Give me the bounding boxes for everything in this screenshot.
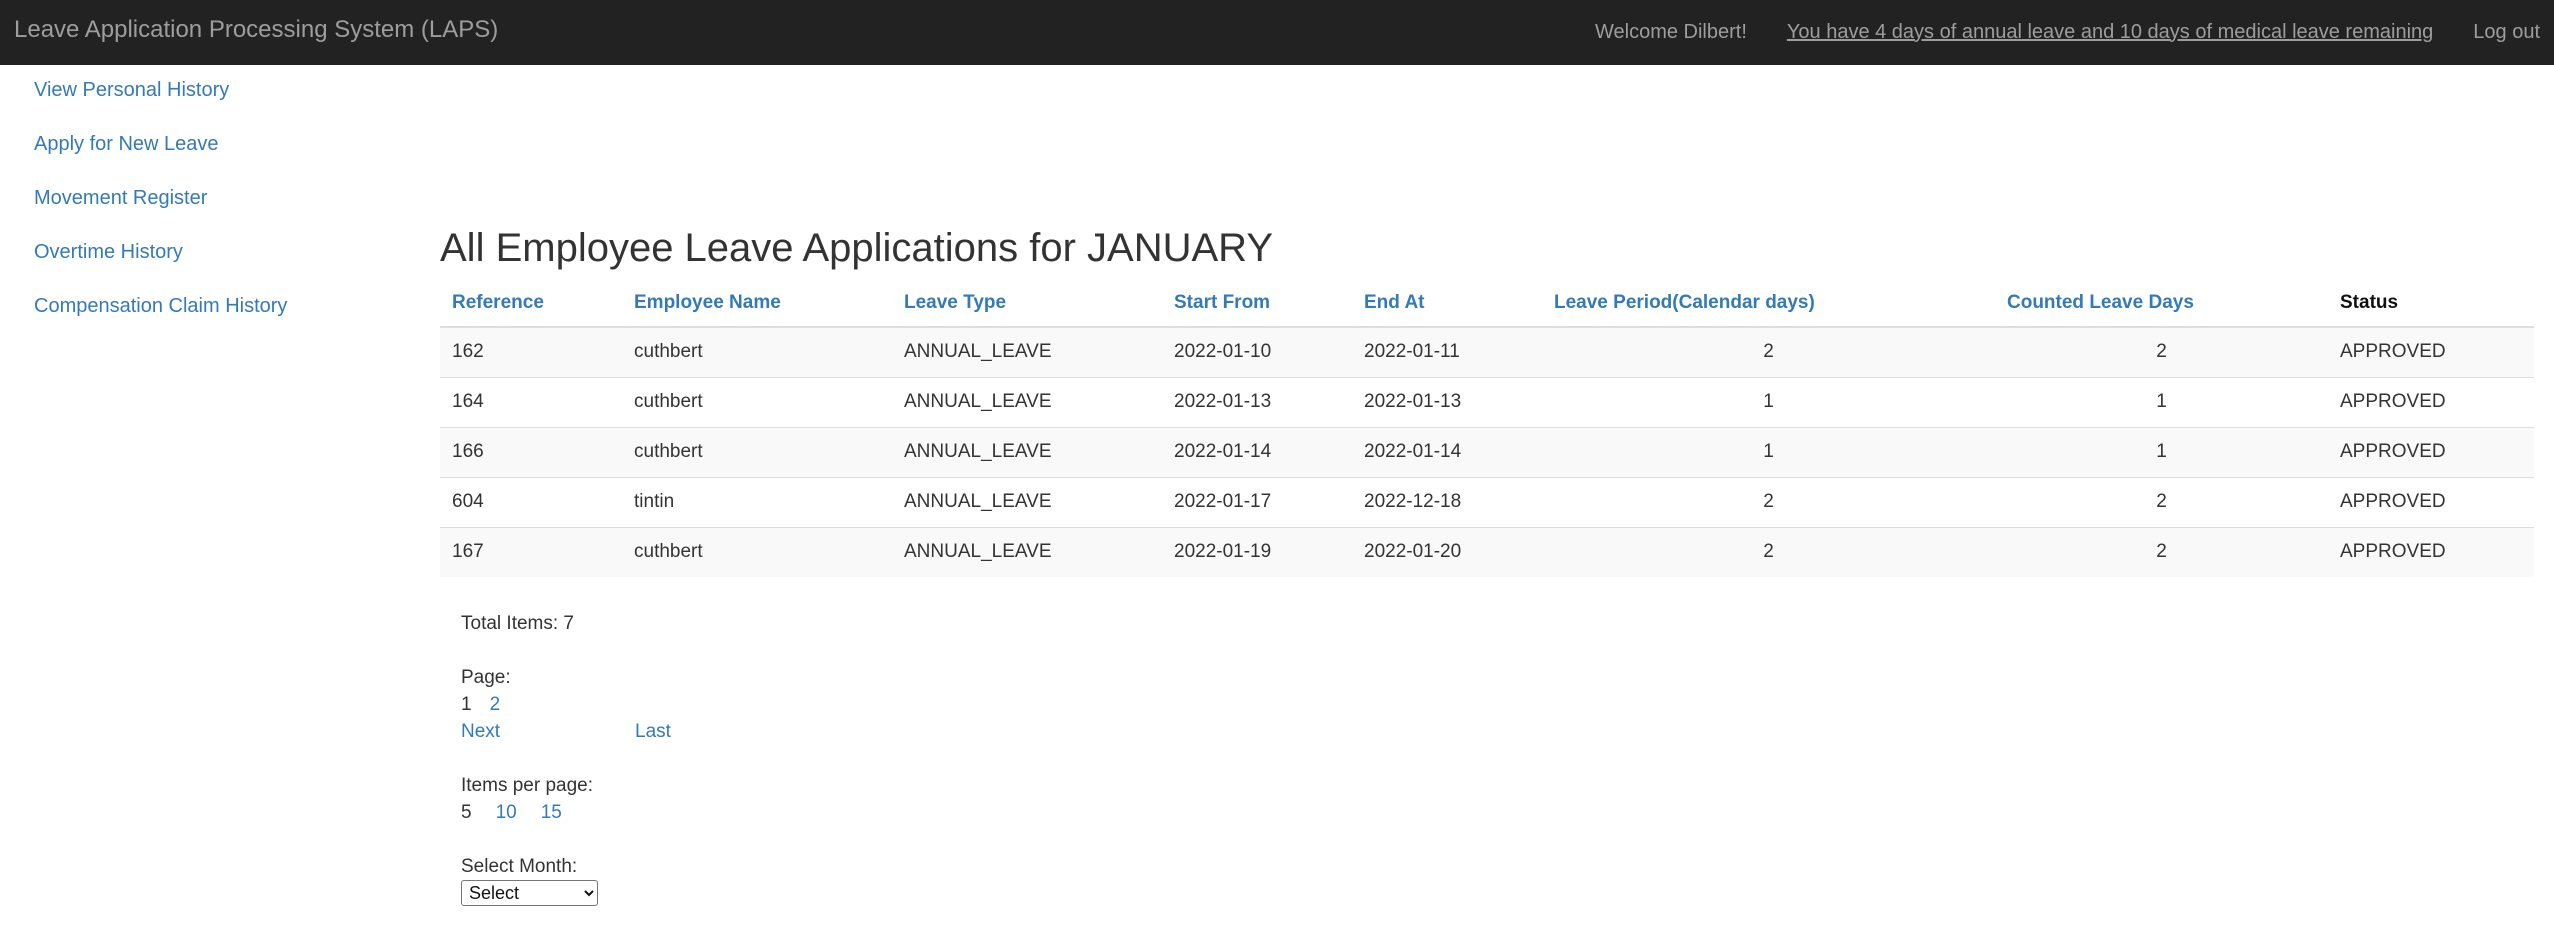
column-header-reference[interactable]: Reference	[440, 279, 622, 328]
cell-reference: 164	[440, 376, 622, 427]
cell-start-from: 2022-01-19	[1162, 526, 1352, 577]
cell-counted-leave-days: 2	[1995, 476, 2328, 527]
sidebar: View Personal History Apply for New Leav…	[34, 78, 414, 348]
cell-leave-period: 1	[1542, 426, 1995, 477]
sidebar-item-compensation-claim-history[interactable]: Compensation Claim History	[34, 294, 414, 348]
sidebar-item-movement-register[interactable]: Movement Register	[34, 186, 414, 240]
navbar-right: Welcome Dilbert! You have 4 days of annu…	[1595, 17, 2554, 47]
table-row: 604 tintin ANNUAL_LEAVE 2022-01-17 2022-…	[440, 476, 2534, 527]
cell-end-at: 2022-01-11	[1352, 326, 1542, 377]
cell-counted-leave-days: 1	[1995, 426, 2328, 477]
cell-employee-name: tintin	[622, 476, 892, 527]
page-2-link[interactable]: 2	[490, 691, 501, 718]
page-nav: Next Last	[461, 718, 1061, 745]
cell-employee-name: cuthbert	[622, 526, 892, 577]
logout-link[interactable]: Log out	[2473, 21, 2540, 44]
cell-start-from: 2022-01-13	[1162, 376, 1352, 427]
sidebar-item-apply-new-leave[interactable]: Apply for New Leave	[34, 132, 414, 186]
cell-reference: 167	[440, 526, 622, 577]
column-header-employee-name[interactable]: Employee Name	[622, 279, 892, 328]
cell-end-at: 2022-01-20	[1352, 526, 1542, 577]
page-label: Page:	[461, 667, 511, 688]
top-navbar: Leave Application Processing System (LAP…	[0, 0, 2554, 65]
total-items: Total Items: 7	[461, 613, 574, 634]
sidebar-item-overtime-history[interactable]: Overtime History	[34, 240, 414, 294]
next-page-link[interactable]: Next	[461, 718, 635, 745]
cell-leave-type: ANNUAL_LEAVE	[892, 476, 1162, 527]
cell-employee-name: cuthbert	[622, 426, 892, 477]
table-row: 167 cuthbert ANNUAL_LEAVE 2022-01-19 202…	[440, 526, 2534, 577]
column-header-counted-leave-days[interactable]: Counted Leave Days	[1995, 279, 2328, 328]
cell-leave-type: ANNUAL_LEAVE	[892, 426, 1162, 477]
table-row: 162 cuthbert ANNUAL_LEAVE 2022-01-10 202…	[440, 326, 2534, 377]
column-header-start-from[interactable]: Start From	[1162, 279, 1352, 328]
items-per-page-label: Items per page:	[461, 775, 594, 796]
cell-reference: 162	[440, 326, 622, 377]
column-header-status: Status	[2328, 279, 2534, 328]
cell-leave-period: 1	[1542, 376, 1995, 427]
pagination-panel: Total Items: 7 Page: 12 Next Last Items p…	[461, 610, 1061, 906]
app-brand[interactable]: Leave Application Processing System (LAP…	[14, 16, 498, 44]
cell-leave-type: ANNUAL_LEAVE	[892, 376, 1162, 427]
cell-status: APPROVED	[2328, 426, 2534, 477]
items-per-page-options: 5 10 15	[461, 799, 1061, 826]
cell-status: APPROVED	[2328, 376, 2534, 427]
cell-status: APPROVED	[2328, 526, 2534, 577]
cell-counted-leave-days: 2	[1995, 326, 2328, 377]
cell-start-from: 2022-01-10	[1162, 326, 1352, 377]
month-select-wrapper: Select	[461, 880, 1061, 906]
column-header-end-at[interactable]: End At	[1352, 279, 1542, 328]
cell-end-at: 2022-01-14	[1352, 426, 1542, 477]
page-numbers: 12	[461, 691, 1061, 718]
current-page-number: 1	[461, 694, 472, 715]
table-row: 164 cuthbert ANNUAL_LEAVE 2022-01-13 202…	[440, 376, 2534, 427]
cell-employee-name: cuthbert	[622, 376, 892, 427]
cell-leave-type: ANNUAL_LEAVE	[892, 326, 1162, 377]
column-header-leave-period[interactable]: Leave Period(Calendar days)	[1542, 279, 1995, 328]
cell-start-from: 2022-01-14	[1162, 426, 1352, 477]
month-select[interactable]: Select	[461, 880, 598, 906]
cell-leave-period: 2	[1542, 326, 1995, 377]
cell-start-from: 2022-01-17	[1162, 476, 1352, 527]
cell-status: APPROVED	[2328, 326, 2534, 377]
per-page-current: 5	[461, 802, 472, 823]
page-title: All Employee Leave Applications for JANU…	[440, 226, 1274, 270]
cell-end-at: 2022-12-18	[1352, 476, 1542, 527]
per-page-10-link[interactable]: 10	[496, 799, 517, 826]
column-header-leave-type[interactable]: Leave Type	[892, 279, 1162, 328]
per-page-15-link[interactable]: 15	[541, 799, 562, 826]
main-content: All Employee Leave Applications for JANU…	[440, 220, 2534, 577]
leave-balance-link[interactable]: You have 4 days of annual leave and 10 d…	[1787, 21, 2433, 44]
cell-leave-type: ANNUAL_LEAVE	[892, 526, 1162, 577]
cell-leave-period: 2	[1542, 526, 1995, 577]
cell-reference: 166	[440, 426, 622, 477]
sidebar-item-view-personal-history[interactable]: View Personal History	[34, 78, 414, 132]
cell-employee-name: cuthbert	[622, 326, 892, 377]
table-header-row: Reference Employee Name Leave Type Start…	[440, 279, 2534, 328]
select-month-label: Select Month:	[461, 856, 578, 877]
cell-reference: 604	[440, 476, 622, 527]
cell-status: APPROVED	[2328, 476, 2534, 527]
leave-applications-table: Reference Employee Name Leave Type Start…	[440, 279, 2534, 577]
table-row: 166 cuthbert ANNUAL_LEAVE 2022-01-14 202…	[440, 426, 2534, 477]
last-page-link[interactable]: Last	[635, 721, 671, 742]
cell-counted-leave-days: 2	[1995, 526, 2328, 577]
welcome-text: Welcome Dilbert!	[1594, 20, 1747, 43]
cell-end-at: 2022-01-13	[1352, 376, 1542, 427]
cell-leave-period: 2	[1542, 476, 1995, 527]
cell-counted-leave-days: 1	[1995, 376, 2328, 427]
